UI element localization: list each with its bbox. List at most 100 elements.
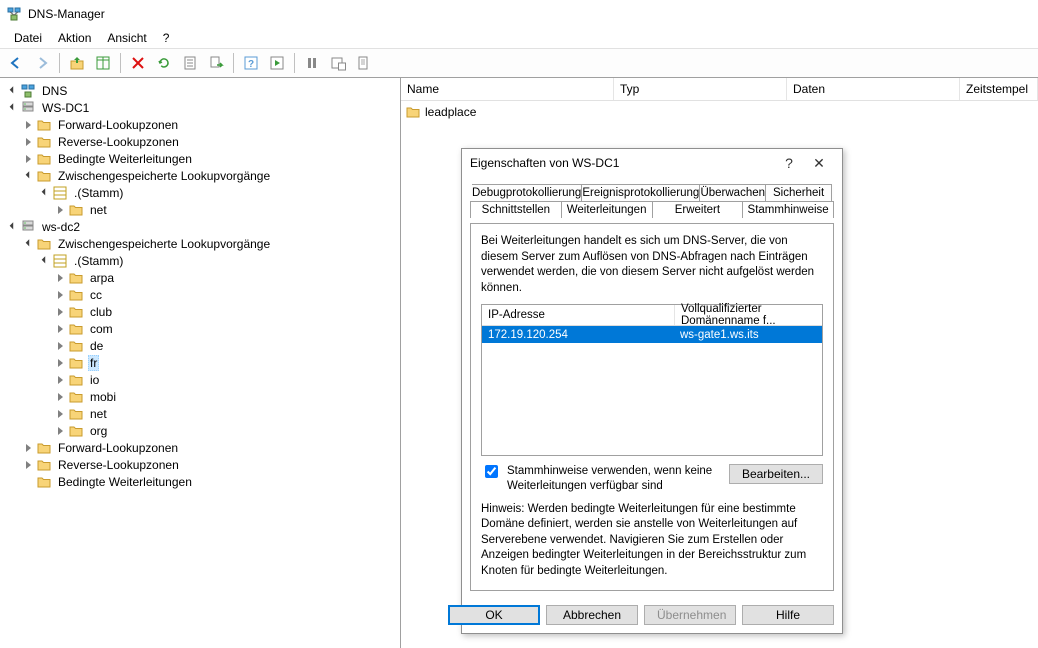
tab-ereignisprotokollierung[interactable]: Ereignisprotokollierung (582, 184, 700, 201)
twisty-icon[interactable] (52, 202, 68, 218)
twisty-icon[interactable] (52, 423, 68, 439)
help-button[interactable]: ? (239, 51, 263, 75)
tab-debugprotokollierung[interactable]: Debugprotokollierung (472, 184, 582, 201)
tree-item[interactable]: .(Stamm) (0, 184, 400, 201)
forwarder-row[interactable]: 172.19.120.254 ws-gate1.ws.its (482, 326, 822, 343)
twisty-icon[interactable] (52, 304, 68, 320)
tree-item[interactable]: cc (0, 286, 400, 303)
twisty-icon[interactable] (20, 440, 36, 456)
folder-icon (68, 355, 84, 371)
close-icon[interactable]: ✕ (804, 155, 834, 172)
col-ip[interactable]: IP-Adresse (482, 305, 675, 325)
tree-item[interactable]: org (0, 422, 400, 439)
tree-item[interactable]: Reverse-Lookupzonen (0, 456, 400, 473)
twisty-icon[interactable] (52, 355, 68, 371)
tab-stammhinweise[interactable]: Stammhinweise (743, 201, 834, 218)
tree-item[interactable]: mobi (0, 388, 400, 405)
twisty-icon[interactable] (52, 321, 68, 337)
tree-item-label: net (88, 407, 109, 421)
forward-button[interactable] (30, 51, 54, 75)
menu-datei[interactable]: Datei (6, 29, 50, 47)
twisty-icon[interactable] (20, 134, 36, 150)
delete-button[interactable] (126, 51, 150, 75)
tree-item-label: Forward-Lookupzonen (56, 441, 180, 455)
twisty-icon[interactable] (52, 372, 68, 388)
tree-item[interactable]: Bedingte Weiterleitungen (0, 150, 400, 167)
twisty-icon[interactable] (52, 270, 68, 286)
tree-pane[interactable]: DNSWS-DC1Forward-LookupzonenReverse-Look… (0, 78, 401, 648)
tab-erweitert[interactable]: Erweitert (653, 201, 744, 218)
newzone-button[interactable] (352, 51, 376, 75)
tree-server[interactable]: ws-dc2 (0, 218, 400, 235)
twisty-icon[interactable] (52, 338, 68, 354)
col-fqdn[interactable]: Vollqualifizierter Domänenname f... (675, 305, 822, 325)
apply-button[interactable]: Übernehmen (644, 605, 736, 625)
up-button[interactable] (65, 51, 89, 75)
menu-help[interactable]: ? (155, 29, 178, 47)
twisty-icon[interactable] (36, 185, 52, 201)
export-button[interactable] (204, 51, 228, 75)
tree-item[interactable]: io (0, 371, 400, 388)
ok-button[interactable]: OK (448, 605, 540, 625)
tree-item[interactable]: club (0, 303, 400, 320)
tree-item[interactable]: Bedingte Weiterleitungen (0, 473, 400, 490)
menu-aktion[interactable]: Aktion (50, 29, 99, 47)
tree-item[interactable]: fr (0, 354, 400, 371)
tree-item-label: .(Stamm) (72, 186, 125, 200)
showhide-button[interactable] (91, 51, 115, 75)
twisty-icon[interactable] (4, 100, 20, 116)
tree-item[interactable]: de (0, 337, 400, 354)
use-root-hints-input[interactable] (485, 465, 498, 478)
forwarders-list[interactable]: IP-Adresse Vollqualifizierter Domänennam… (481, 304, 823, 456)
tab-sicherheit[interactable]: Sicherheit (766, 184, 832, 201)
use-root-hints-checkbox[interactable]: Stammhinweise verwenden, wenn keine Weit… (481, 464, 729, 494)
twisty-icon[interactable] (52, 389, 68, 405)
twisty-icon[interactable] (20, 236, 36, 252)
tree-item[interactable]: .(Stamm) (0, 252, 400, 269)
twisty-icon[interactable] (4, 83, 20, 99)
pause-button[interactable] (300, 51, 324, 75)
tree-item[interactable]: Reverse-Lookupzonen (0, 133, 400, 150)
col-typ[interactable]: Typ (614, 78, 787, 100)
tree-server[interactable]: WS-DC1 (0, 99, 400, 116)
twisty-icon[interactable] (4, 219, 20, 235)
tree-root[interactable]: DNS (0, 82, 400, 99)
stop-button[interactable] (326, 51, 350, 75)
twisty-icon[interactable] (52, 406, 68, 422)
dialog-title: Eigenschaften von WS-DC1 (470, 156, 774, 170)
twisty-icon[interactable] (20, 117, 36, 133)
twisty-icon[interactable] (20, 457, 36, 473)
tree-item[interactable]: net (0, 405, 400, 422)
tree-item[interactable]: com (0, 320, 400, 337)
tree-item-label: net (88, 203, 109, 217)
twisty-icon[interactable] (20, 151, 36, 167)
help-button[interactable]: Hilfe (742, 605, 834, 625)
list-body[interactable]: leadplace (401, 101, 1038, 122)
twisty-icon[interactable] (52, 287, 68, 303)
play-button[interactable] (265, 51, 289, 75)
help-icon[interactable]: ? (774, 155, 804, 171)
tab-weiterleitungen[interactable]: Weiterleitungen (562, 201, 653, 218)
tree-item[interactable]: Zwischengespeicherte Lookupvorgänge (0, 167, 400, 184)
col-daten[interactable]: Daten (787, 78, 960, 100)
menu-ansicht[interactable]: Ansicht (99, 29, 154, 47)
tab-ueberwachen[interactable]: Überwachen (700, 184, 766, 201)
tree-item[interactable]: net (0, 201, 400, 218)
tab-schnittstellen[interactable]: Schnittstellen (470, 201, 562, 218)
cancel-button[interactable]: Abbrechen (546, 605, 638, 625)
tree-item[interactable]: Forward-Lookupzonen (0, 116, 400, 133)
dialog-titlebar[interactable]: Eigenschaften von WS-DC1 ? ✕ (462, 149, 842, 177)
list-item[interactable]: leadplace (405, 103, 1034, 120)
col-zeitstempel[interactable]: Zeitstempel (960, 78, 1038, 100)
twisty-icon[interactable] (36, 253, 52, 269)
twisty-icon[interactable] (20, 168, 36, 184)
refresh-button[interactable] (152, 51, 176, 75)
tree-item[interactable]: Zwischengespeicherte Lookupvorgänge (0, 235, 400, 252)
col-name[interactable]: Name (401, 78, 614, 100)
tree-item[interactable]: Forward-Lookupzonen (0, 439, 400, 456)
tree-item[interactable]: arpa (0, 269, 400, 286)
edit-button[interactable]: Bearbeiten... (729, 464, 823, 484)
tree-item-label: mobi (88, 390, 118, 404)
properties-button[interactable] (178, 51, 202, 75)
back-button[interactable] (4, 51, 28, 75)
